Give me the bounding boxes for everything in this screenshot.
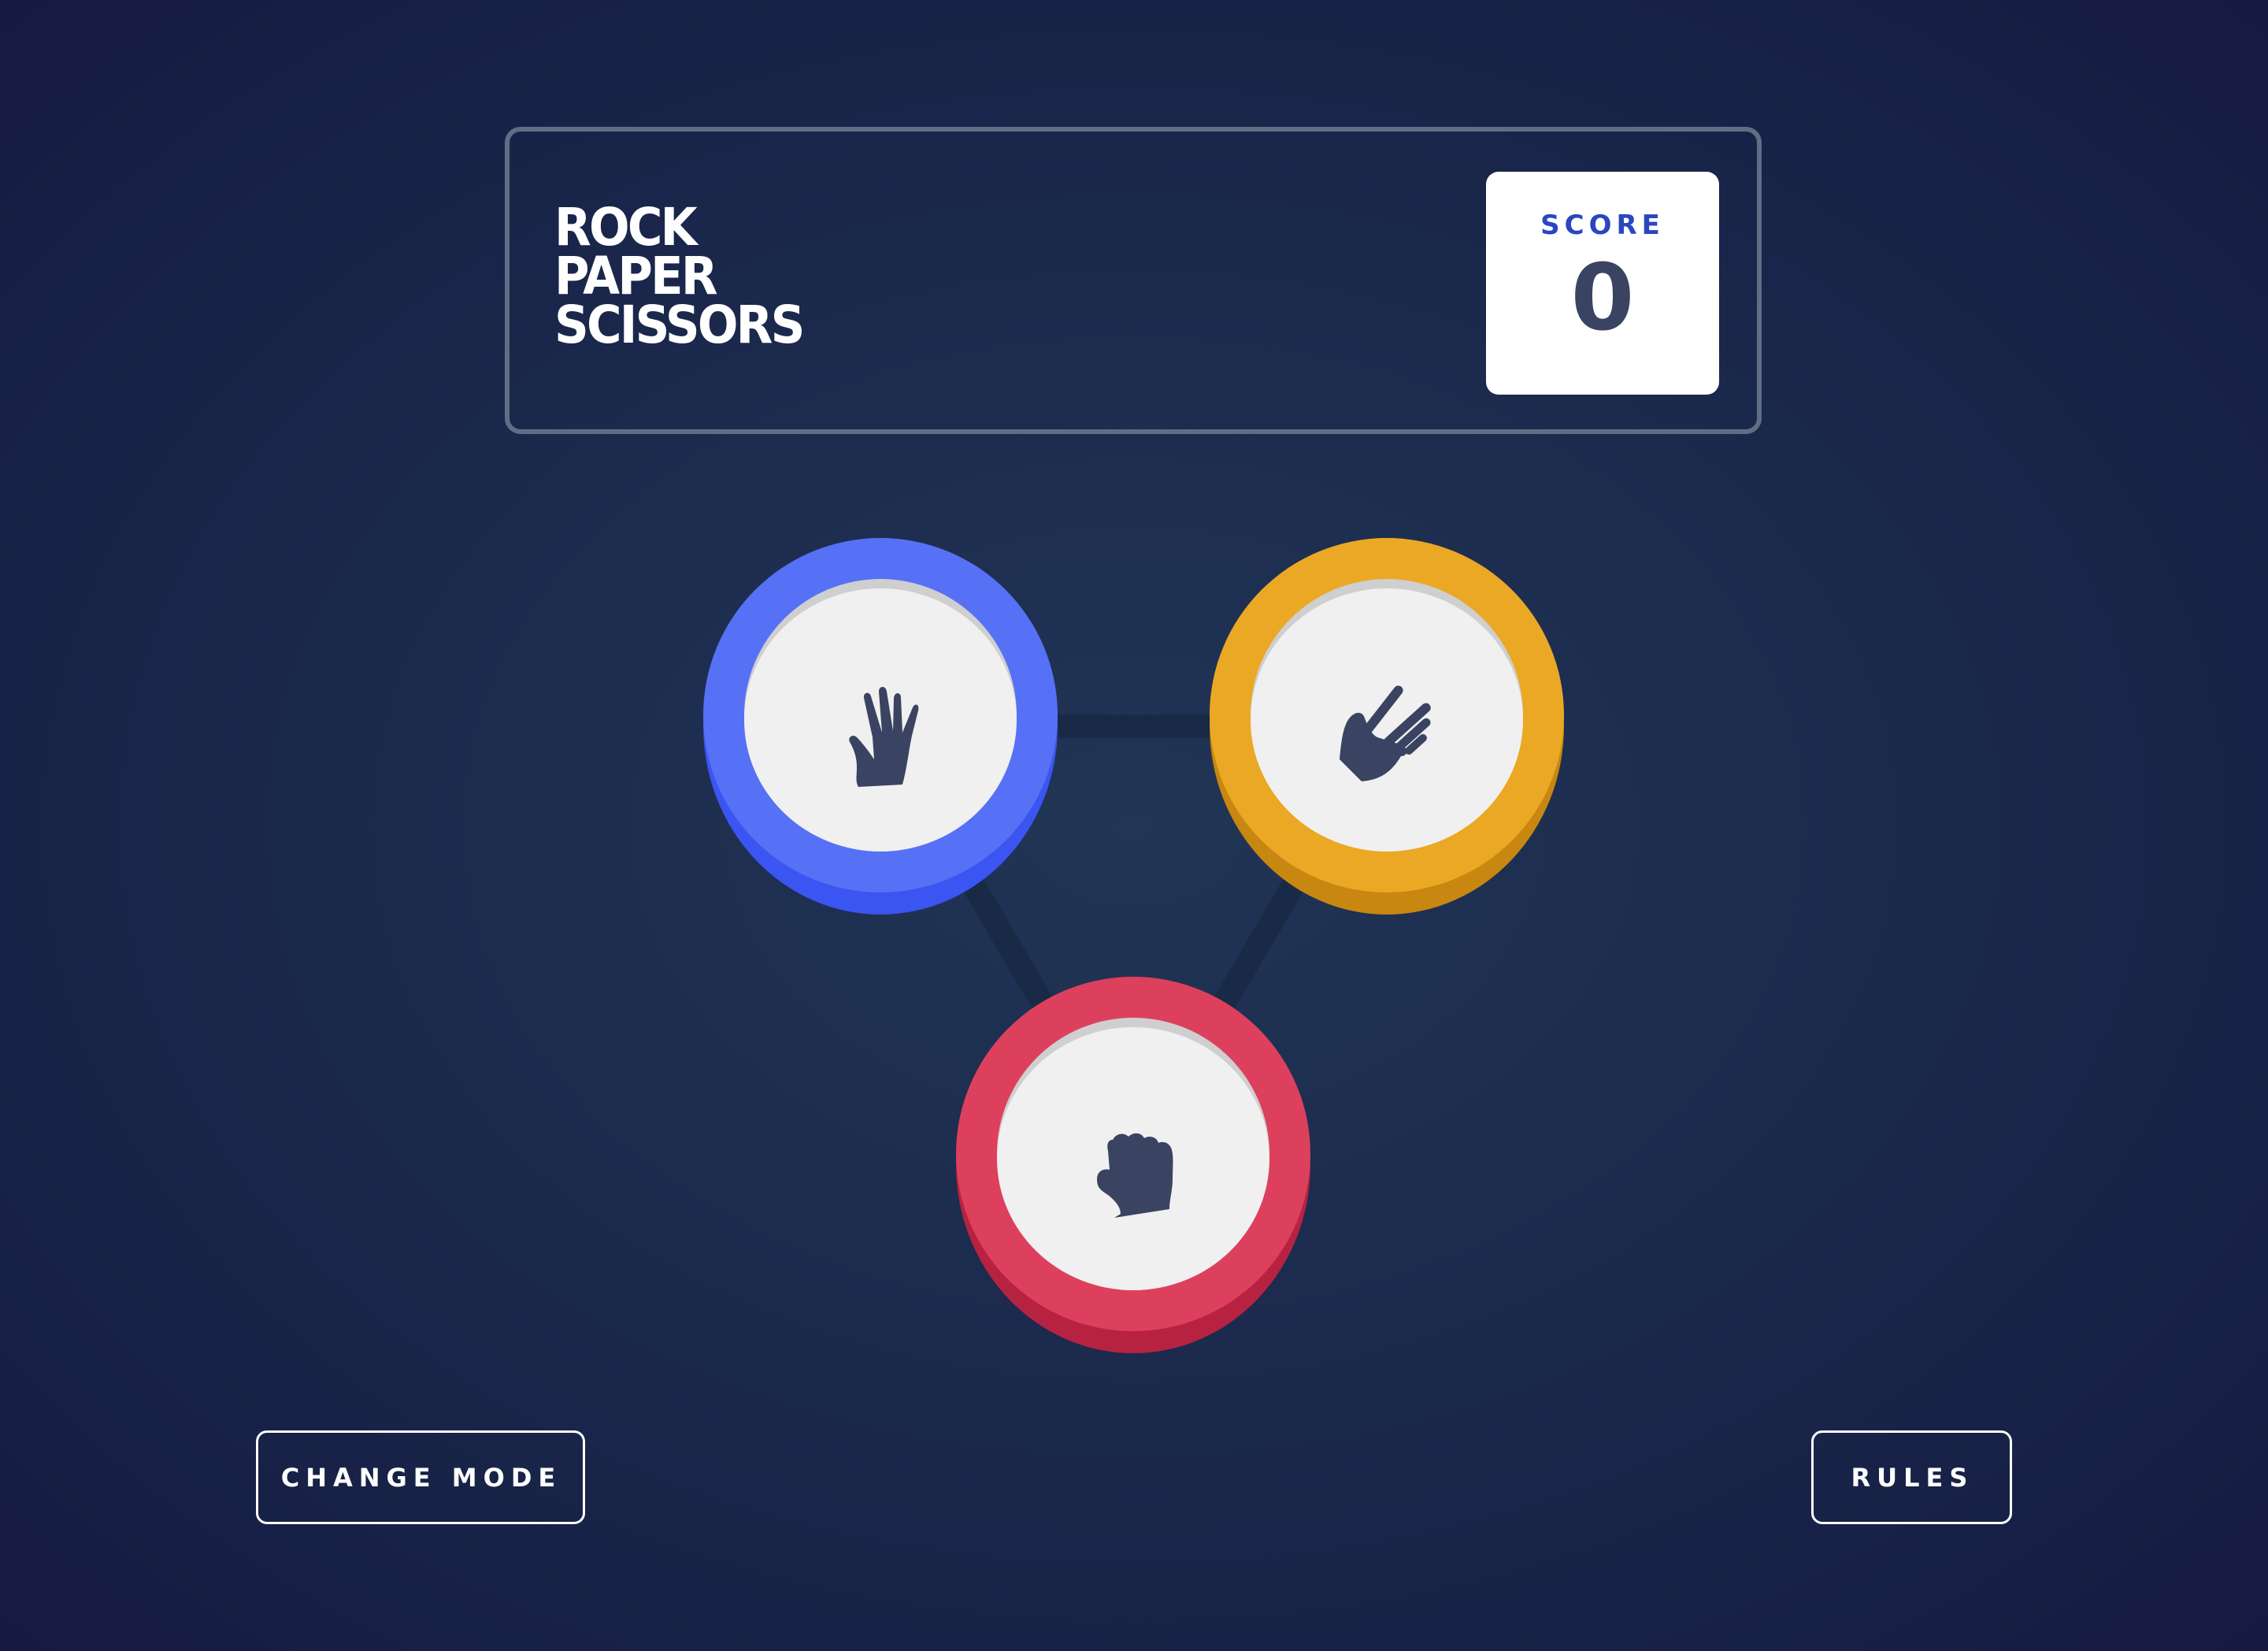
game-title: ROCK PAPER SCISSORS [554, 197, 805, 355]
paper-button[interactable] [703, 538, 1058, 915]
scissors-button[interactable] [1210, 538, 1564, 915]
rock-token-inner [997, 1027, 1269, 1290]
title-line-rock: ROCK [554, 197, 698, 258]
scoreboard-header: ROCK PAPER SCISSORS SCORE 0 [505, 127, 1762, 434]
scissors-hand-icon [1340, 685, 1431, 781]
paper-token-inner [744, 588, 1017, 851]
change-mode-button[interactable]: CHANGE MODE [256, 1430, 585, 1524]
title-line-paper: PAPER [554, 246, 718, 306]
rock-fist-icon [1097, 1133, 1173, 1218]
scissors-token-inner [1251, 588, 1523, 851]
rules-button[interactable]: RULES [1811, 1430, 2012, 1524]
title-line-scissors: SCISSORS [554, 295, 805, 355]
score-label: SCORE [1540, 210, 1665, 241]
score-value: 0 [1570, 245, 1635, 351]
score-box: SCORE 0 [1486, 172, 1719, 395]
paper-hand-icon [849, 687, 919, 787]
rock-button[interactable] [956, 977, 1310, 1353]
